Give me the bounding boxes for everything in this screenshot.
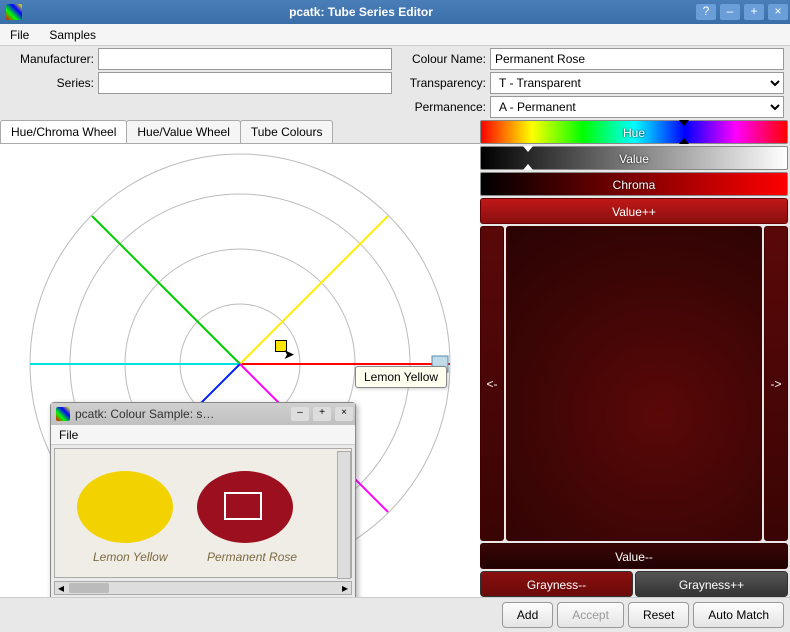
colour-sample-window: pcatk: Colour Sample: s… – + × File Lemo… — [50, 402, 356, 597]
close-button[interactable]: × — [768, 4, 788, 20]
hue-chroma-wheel[interactable]: ➤ Lemon Yellow pcatk: Colour Sample: s… … — [0, 144, 480, 597]
chroma-slider[interactable]: Chroma — [480, 172, 788, 196]
hue-left-button[interactable]: <- — [480, 226, 504, 541]
manufacturer-input[interactable] — [98, 48, 392, 70]
maximize-button[interactable]: + — [744, 4, 764, 20]
minimize-button[interactable]: – — [720, 4, 740, 20]
sample-scrollbar-h[interactable]: ◂▸ — [54, 581, 352, 595]
add-button[interactable]: Add — [502, 602, 553, 628]
tab-hue-chroma[interactable]: Hue/Chroma Wheel — [0, 120, 127, 143]
accept-button[interactable]: Accept — [557, 602, 624, 628]
value-minus-button[interactable]: Value-- — [480, 543, 788, 569]
colour-swatch — [506, 226, 762, 541]
svg-text:Lemon Yellow: Lemon Yellow — [93, 550, 169, 564]
auto-match-button[interactable]: Auto Match — [693, 602, 784, 628]
tab-hue-value[interactable]: Hue/Value Wheel — [126, 120, 241, 143]
sample-canvas[interactable]: Lemon Yellow Permanent Rose — [54, 448, 352, 578]
sample-scrollbar-v[interactable] — [337, 451, 351, 579]
form-area: Manufacturer: Colour Name: Series: Trans… — [0, 46, 790, 120]
sample-minimize[interactable]: – — [291, 407, 309, 421]
hue-right-button[interactable]: -> — [764, 226, 788, 541]
footer-toolbar: Add Accept Reset Auto Match — [0, 597, 790, 632]
app-icon — [6, 4, 22, 20]
transparency-label: Transparency: — [396, 76, 486, 90]
hue-slider[interactable]: Hue — [480, 120, 788, 144]
sample-close[interactable]: × — [335, 407, 353, 421]
series-input[interactable] — [98, 72, 392, 94]
app-icon — [56, 407, 70, 421]
svg-text:Permanent Rose: Permanent Rose — [207, 550, 297, 564]
sample-maximize[interactable]: + — [313, 407, 331, 421]
window-titlebar: pcatk: Tube Series Editor ? – + × — [0, 0, 790, 24]
sample-window-title: pcatk: Colour Sample: s… — [75, 407, 289, 421]
tab-tube-colours[interactable]: Tube Colours — [240, 120, 334, 143]
sample-titlebar[interactable]: pcatk: Colour Sample: s… – + × — [51, 403, 355, 425]
transparency-select[interactable]: T - Transparent — [490, 72, 784, 94]
reset-button[interactable]: Reset — [628, 602, 689, 628]
sample-menu-file[interactable]: File — [51, 428, 86, 442]
colour-editor-panel: Hue Value Chroma Value++ <- -> Value-- G… — [480, 120, 790, 597]
menu-samples[interactable]: Samples — [39, 26, 106, 44]
grayness-minus-button[interactable]: Grayness-- — [480, 571, 633, 597]
sample-menubar: File — [51, 425, 355, 445]
help-button[interactable]: ? — [696, 4, 716, 20]
window-title: pcatk: Tube Series Editor — [28, 5, 694, 19]
menubar: File Samples — [0, 24, 790, 46]
value-slider[interactable]: Value — [480, 146, 788, 170]
manufacturer-label: Manufacturer: — [6, 52, 94, 66]
value-plus-button[interactable]: Value++ — [480, 198, 788, 224]
menu-file[interactable]: File — [0, 26, 39, 44]
tabs: Hue/Chroma Wheel Hue/Value Wheel Tube Co… — [0, 120, 480, 144]
marker-tooltip: Lemon Yellow — [355, 366, 447, 388]
colour-name-input[interactable] — [490, 48, 784, 70]
grayness-plus-button[interactable]: Grayness++ — [635, 571, 788, 597]
series-label: Series: — [6, 76, 94, 90]
colour-name-label: Colour Name: — [396, 52, 486, 66]
permanence-label: Permanence: — [396, 100, 486, 114]
permanence-select[interactable]: A - Permanent — [490, 96, 784, 118]
cursor-icon: ➤ — [283, 346, 295, 363]
